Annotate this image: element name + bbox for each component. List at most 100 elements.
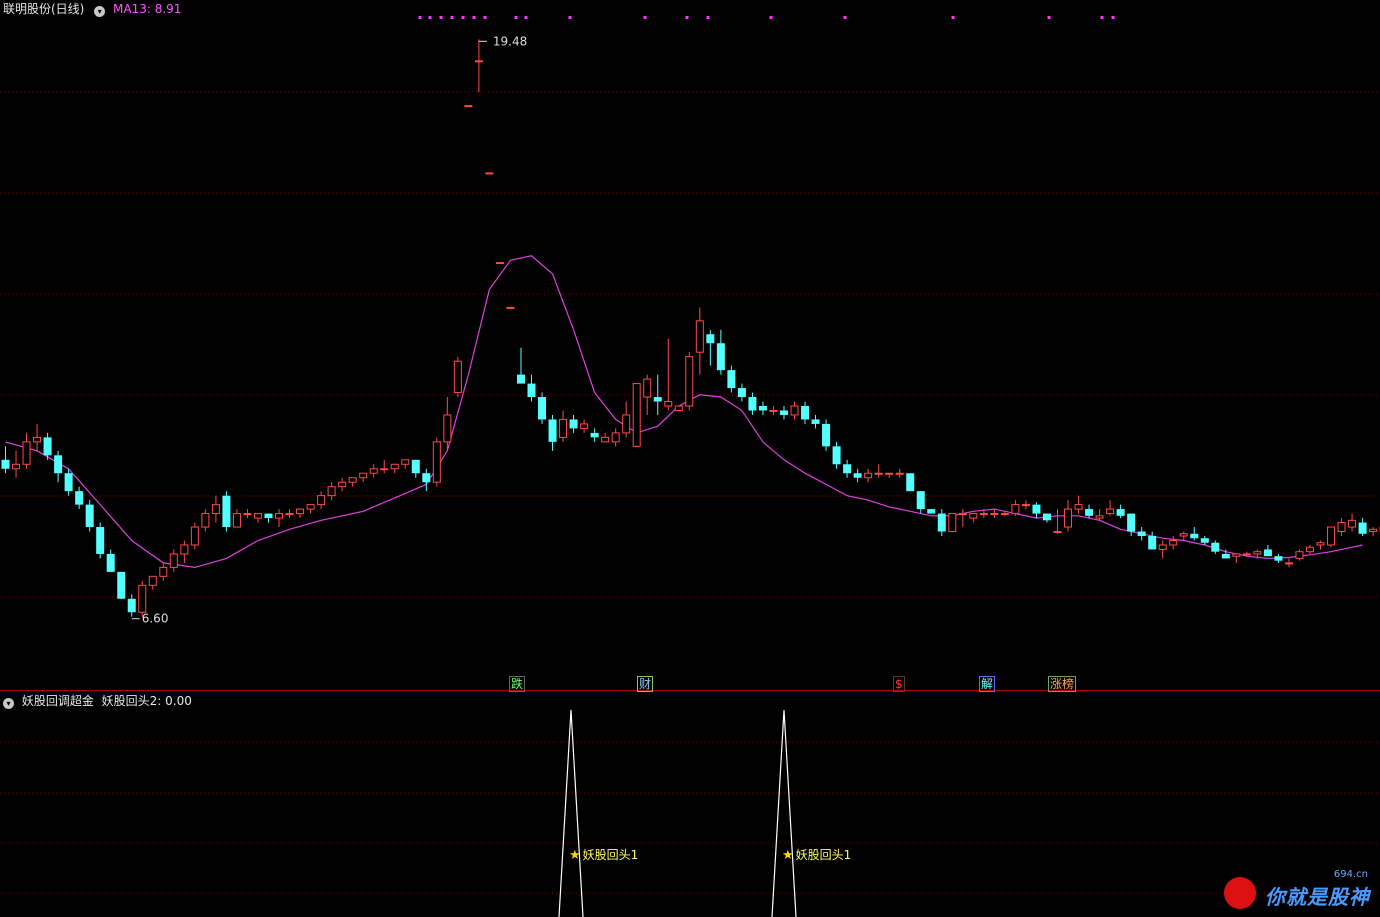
candle-body <box>506 306 515 309</box>
candle <box>843 459 852 478</box>
candle <box>801 401 810 424</box>
top-marker <box>428 16 432 19</box>
candle-body <box>1274 556 1283 561</box>
candle-body <box>169 553 178 568</box>
candle <box>885 472 894 478</box>
top-marker <box>643 16 647 19</box>
candle-body <box>1148 536 1157 550</box>
settings-dropdown-icon[interactable]: ▾ <box>94 6 106 17</box>
candle <box>1074 495 1083 514</box>
candle-body <box>1021 504 1030 507</box>
candle <box>1053 509 1062 534</box>
candle <box>569 414 578 433</box>
candle-body <box>1116 509 1125 516</box>
candle <box>1263 544 1272 557</box>
candle <box>1200 536 1209 545</box>
candle-body <box>22 441 31 465</box>
candle-body <box>1179 533 1188 537</box>
candle-body <box>979 513 988 516</box>
event-tag[interactable]: 财 <box>637 676 654 692</box>
candle-body <box>685 356 694 407</box>
candle <box>874 464 883 478</box>
candle <box>96 522 105 559</box>
candle <box>1032 502 1041 519</box>
candle <box>590 428 599 442</box>
candle-body <box>117 571 126 599</box>
candle <box>22 432 31 469</box>
candle-body <box>1095 515 1104 519</box>
candle <box>758 401 767 415</box>
signal-label: ★ 妖股回头1 <box>782 848 851 863</box>
candle-body <box>1 459 10 469</box>
top-marker <box>472 16 476 19</box>
candle-body <box>390 463 399 470</box>
candle-body <box>159 566 168 577</box>
candle-body <box>674 405 683 411</box>
candle <box>1085 504 1094 519</box>
candle-body <box>211 504 220 515</box>
top-marker <box>769 16 773 19</box>
candle <box>538 392 547 424</box>
candle-body <box>1348 519 1357 528</box>
candle-body <box>643 378 652 398</box>
candle-body <box>422 473 431 483</box>
candle <box>338 477 347 492</box>
event-tag[interactable]: 跌 <box>509 676 526 692</box>
signal-label: ★ 妖股回头1 <box>569 848 638 863</box>
candle <box>622 401 631 438</box>
candle-body <box>1190 533 1199 539</box>
candle-body <box>790 405 799 416</box>
main-header: 联明股份(日线) ▾ MA13: 8.91 <box>3 2 181 17</box>
candlestick-chart[interactable]: 19.48 6.60 <box>0 0 1380 917</box>
event-tag[interactable]: 涨榜 <box>1048 676 1077 692</box>
candle <box>1148 531 1157 550</box>
candle-body <box>1137 531 1146 536</box>
candle <box>737 383 746 402</box>
candle <box>495 262 504 265</box>
candle <box>674 405 683 411</box>
candle-body <box>832 446 841 465</box>
candle <box>1316 540 1325 550</box>
candle <box>664 338 673 411</box>
candle <box>853 468 862 483</box>
watermark: 694.cn 你就是股神 <box>1224 869 1374 913</box>
panel-title: 妖股回调超金 <box>21 694 94 708</box>
candle-body <box>601 436 610 443</box>
candle <box>285 509 294 519</box>
top-marker <box>951 16 955 19</box>
candle <box>1327 526 1336 548</box>
candle <box>1064 500 1073 532</box>
signal-text: 妖股回头1 <box>795 848 852 862</box>
candle-body <box>253 513 262 519</box>
candle <box>559 410 568 442</box>
candle <box>611 428 620 447</box>
candle <box>169 549 178 572</box>
candle-body <box>12 463 21 470</box>
top-marker <box>1111 16 1115 19</box>
candle <box>1137 527 1146 541</box>
candle-body <box>527 383 536 398</box>
panel-dropdown-icon[interactable]: ▾ <box>3 698 14 709</box>
candle <box>348 477 357 487</box>
watermark-site: 694.cn <box>1333 869 1368 880</box>
candle-body <box>695 320 704 353</box>
watermark-text: 你就是股神 <box>1265 885 1370 909</box>
candle <box>296 508 305 519</box>
candle <box>1284 558 1293 568</box>
candle <box>243 509 252 519</box>
candle-body <box>495 262 504 265</box>
candle-body <box>1327 526 1336 546</box>
event-tag[interactable]: $ <box>893 676 905 692</box>
candle <box>958 509 967 528</box>
candle <box>75 486 84 510</box>
candle-body <box>1085 509 1094 516</box>
candle <box>327 482 336 501</box>
candle <box>359 472 368 483</box>
event-tag[interactable]: 解 <box>979 676 996 692</box>
grid-lines <box>0 91 1380 894</box>
candle-body <box>864 472 873 479</box>
candle-body <box>453 360 462 394</box>
top-marker <box>524 16 528 19</box>
candle <box>769 406 778 415</box>
candle <box>1106 500 1115 516</box>
